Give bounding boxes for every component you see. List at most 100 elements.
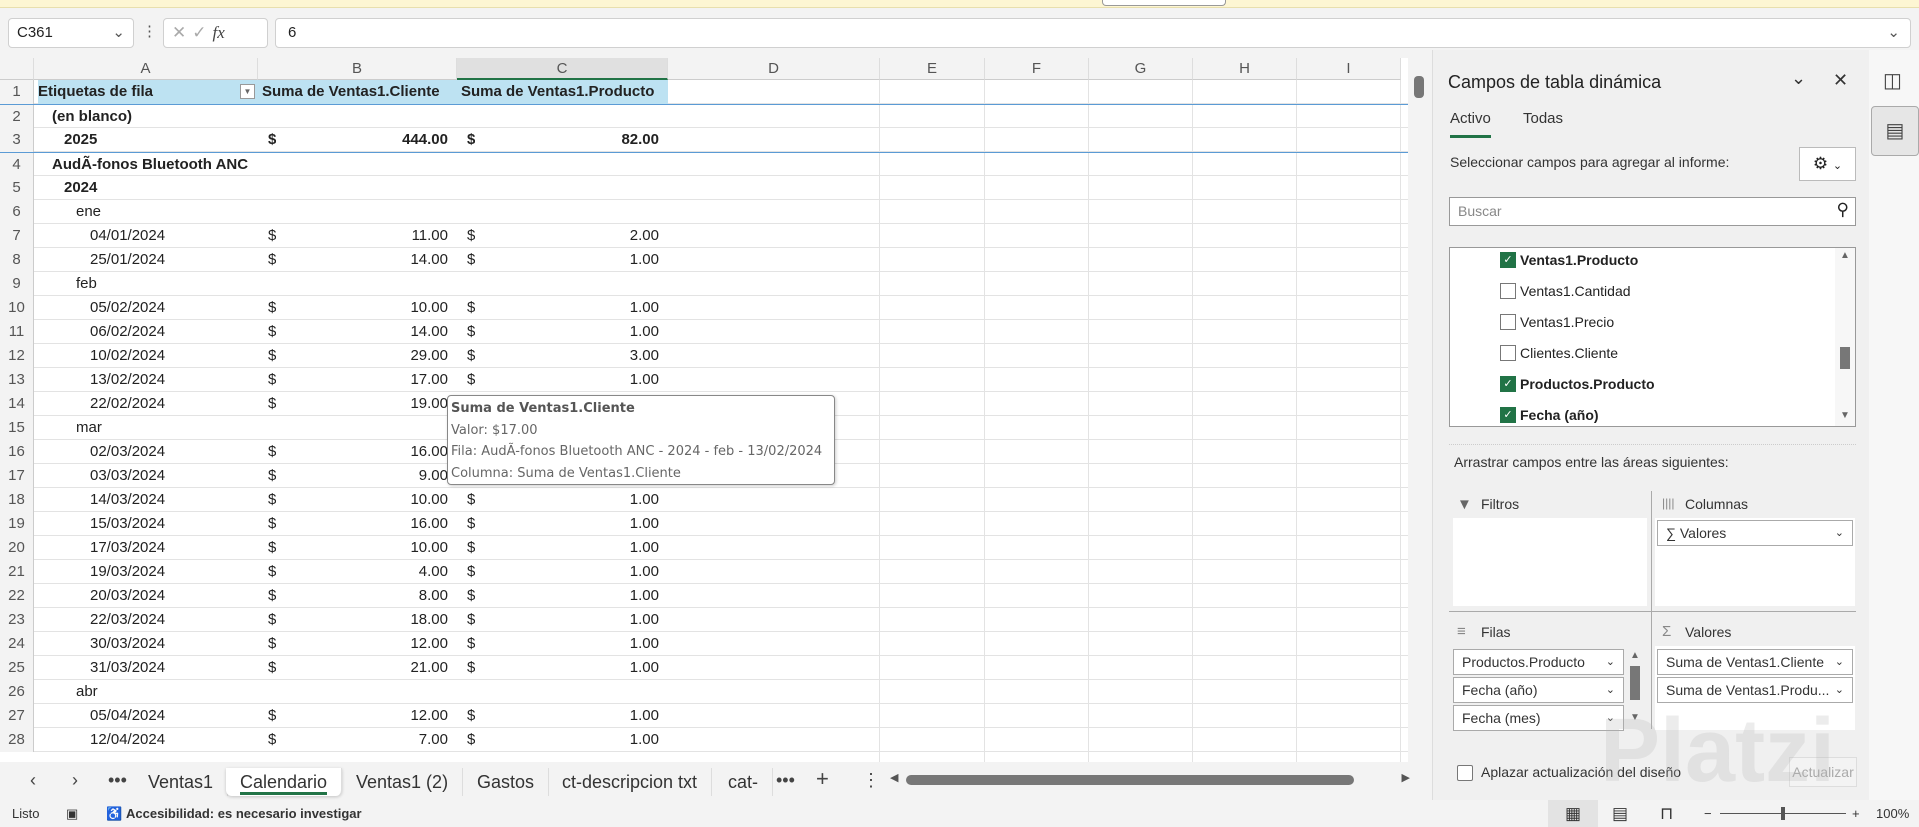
value-cell[interactable]: 12.00	[258, 632, 448, 656]
columns-item[interactable]: ∑ Valores ⌄	[1657, 520, 1853, 546]
columns-area[interactable]: ∑ Valores ⌄	[1655, 518, 1855, 606]
notification-button[interactable]	[1102, 0, 1226, 6]
row-header[interactable]: 23	[0, 608, 34, 632]
value-cell[interactable]: 7.00	[258, 728, 448, 752]
name-box[interactable]: C361 ⌄	[8, 18, 134, 48]
row-label-cell[interactable]: 06/02/2024	[90, 320, 258, 344]
cancel-icon[interactable]: ✕	[172, 23, 192, 42]
field-item[interactable]: ✓ Ventas1.Producto	[1450, 250, 1830, 276]
value-cell[interactable]: 18.00	[258, 608, 448, 632]
rows-item[interactable]: Productos.Producto ⌄	[1453, 649, 1624, 675]
sheet-tab[interactable]: Gastos	[463, 768, 550, 796]
row-header[interactable]: 11	[0, 320, 34, 344]
value-cell[interactable]: 19.00	[258, 392, 448, 416]
value-cell[interactable]: 16.00	[258, 440, 448, 464]
field-list-scrollbar[interactable]: ▲ ▼	[1835, 248, 1855, 426]
field-item[interactable]: Ventas1.Precio	[1450, 312, 1830, 338]
row-label-cell[interactable]: 10/02/2024	[90, 344, 258, 368]
zoom-slider-thumb[interactable]	[1781, 807, 1785, 820]
row-header[interactable]: 27	[0, 704, 34, 728]
row-label-cell[interactable]: 05/04/2024	[90, 704, 258, 728]
row-label-cell[interactable]: 31/03/2024	[90, 656, 258, 680]
value-cell[interactable]: 10.00	[258, 296, 448, 320]
row-label-cell[interactable]: 03/03/2024	[90, 464, 258, 488]
row-header[interactable]: 6	[0, 200, 34, 224]
prev-sheet-icon[interactable]: ‹	[30, 770, 36, 791]
row-label-cell[interactable]: 22/02/2024	[90, 392, 258, 416]
value-cell[interactable]: 1.00	[457, 584, 659, 608]
row-label-cell[interactable]: ene	[76, 200, 258, 224]
scroll-thumb[interactable]	[1630, 666, 1640, 700]
row-label-cell[interactable]: 12/04/2024	[90, 728, 258, 752]
value-cell[interactable]: 14.00	[258, 320, 448, 344]
row-header[interactable]: 15	[0, 416, 34, 440]
page-layout-icon[interactable]: ▤	[1612, 800, 1628, 827]
value-cell[interactable]: 1.00	[457, 296, 659, 320]
page-break-icon[interactable]: ⊓	[1660, 800, 1673, 827]
row-header[interactable]: 3	[0, 128, 34, 152]
formula-input[interactable]: 6 ⌄	[275, 18, 1911, 48]
sheet-tab[interactable]: ct-descripcion txt	[548, 768, 713, 796]
value-cell[interactable]: 1.00	[457, 512, 659, 536]
row-label-cell[interactable]: feb	[76, 272, 258, 296]
row-label-cell[interactable]: 02/03/2024	[90, 440, 258, 464]
field-item[interactable]: Ventas1.Cantidad	[1450, 281, 1830, 307]
tab-todas[interactable]: Todas	[1523, 110, 1563, 127]
row-header[interactable]: 12	[0, 344, 34, 368]
select-all-corner[interactable]	[0, 58, 34, 80]
column-header-d[interactable]: D	[668, 58, 880, 80]
row-header[interactable]: 14	[0, 392, 34, 416]
row-header[interactable]: 21	[0, 560, 34, 584]
value-cell[interactable]: 2.00	[457, 224, 659, 248]
row-label-cell[interactable]: abr	[76, 680, 258, 704]
value-cell[interactable]: 14.00	[258, 248, 448, 272]
value-cell[interactable]: 1.00	[457, 368, 659, 392]
value-cell[interactable]: 10.00	[258, 536, 448, 560]
value-cell[interactable]: 1.00	[457, 632, 659, 656]
value-cell[interactable]: 29.00	[258, 344, 448, 368]
filters-area[interactable]	[1453, 518, 1647, 606]
row-label-cell[interactable]: 30/03/2024	[90, 632, 258, 656]
row-header[interactable]: 26	[0, 680, 34, 704]
row-header[interactable]: 5	[0, 176, 34, 200]
row-label-cell[interactable]: 22/03/2024	[90, 608, 258, 632]
tab-activo[interactable]: Activo	[1450, 110, 1491, 138]
zoom-out-icon[interactable]: −	[1704, 800, 1712, 827]
value-cell[interactable]: 1.00	[457, 488, 659, 512]
value-cell[interactable]: 16.00	[258, 512, 448, 536]
column-header-h[interactable]: H	[1193, 58, 1297, 80]
more-options-icon[interactable]: ⋮	[142, 22, 157, 40]
header-cell[interactable]: Suma de Ventas1.Cliente	[258, 80, 457, 104]
field-item[interactable]: ✓ Fecha (año)	[1450, 405, 1830, 426]
value-cell[interactable]: 3.00	[457, 344, 659, 368]
rows-item[interactable]: Fecha (mes) ⌄	[1453, 705, 1624, 731]
value-cell[interactable]: 1.00	[457, 536, 659, 560]
value-cell[interactable]: 21.00	[258, 656, 448, 680]
column-header-e[interactable]: E	[880, 58, 985, 80]
row-label-cell[interactable]: 25/01/2024	[90, 248, 258, 272]
row-header[interactable]: 16	[0, 440, 34, 464]
search-icon[interactable]: ⚲	[1837, 200, 1849, 220]
value-cell[interactable]: 12.00	[258, 704, 448, 728]
row-header[interactable]: 24	[0, 632, 34, 656]
field-item[interactable]: Clientes.Cliente	[1450, 343, 1830, 369]
row-label-cell[interactable]: 17/03/2024	[90, 536, 258, 560]
value-cell[interactable]: 82.00	[457, 128, 659, 152]
row-header[interactable]: 20	[0, 536, 34, 560]
zoom-slider[interactable]	[1720, 807, 1846, 820]
row-label-cell[interactable]: 14/03/2024	[90, 488, 258, 512]
row-label-cell[interactable]: 2024	[64, 176, 258, 200]
sheet-tab[interactable]: cat-	[714, 768, 774, 796]
column-header-c[interactable]: C	[457, 58, 668, 80]
row-label-cell[interactable]: (en blanco)	[52, 105, 258, 129]
scroll-up-icon[interactable]: ▲	[1840, 250, 1850, 261]
column-header-g[interactable]: G	[1089, 58, 1193, 80]
row-header[interactable]: 22	[0, 584, 34, 608]
value-cell[interactable]: 1.00	[457, 728, 659, 752]
row-header[interactable]: 13	[0, 368, 34, 392]
enter-icon[interactable]: ✓	[192, 23, 212, 42]
row-header[interactable]: 18	[0, 488, 34, 512]
field-list[interactable]: ✓ Ventas1.Producto Ventas1.Cantidad Ventas1…	[1449, 247, 1856, 427]
column-header-f[interactable]: F	[985, 58, 1089, 80]
field-checkbox[interactable]: ✓	[1500, 376, 1516, 392]
